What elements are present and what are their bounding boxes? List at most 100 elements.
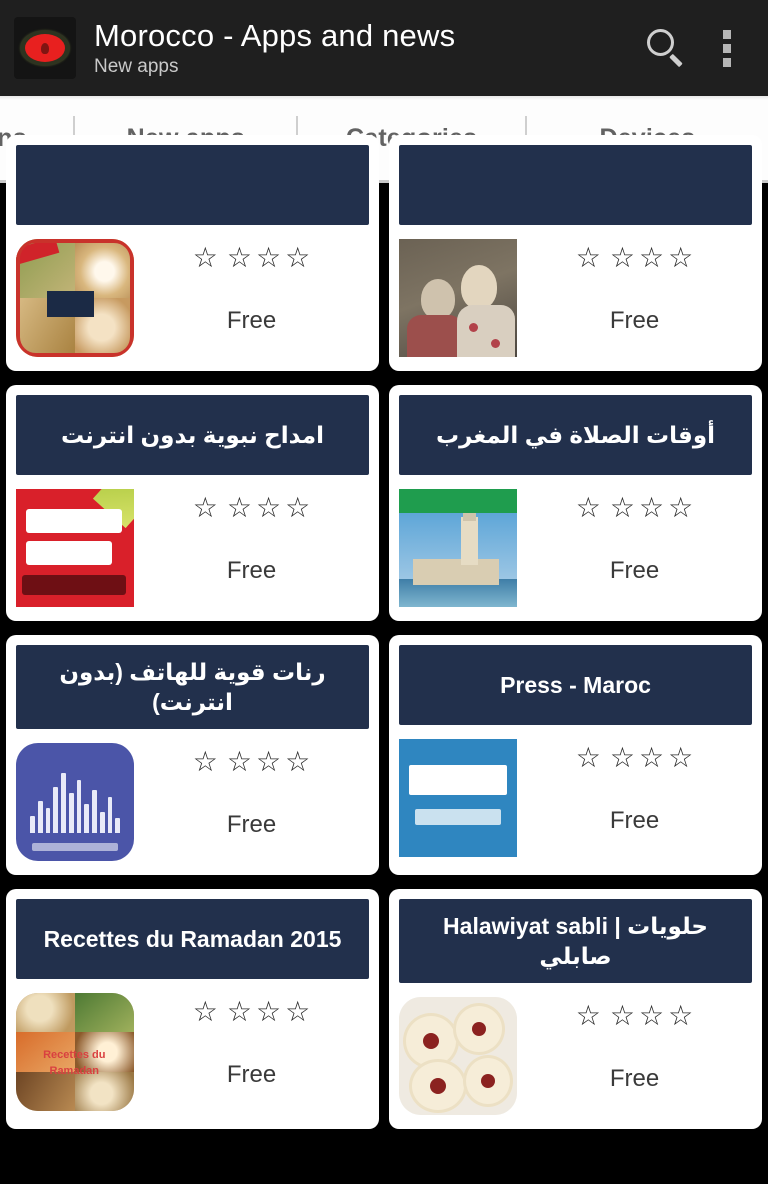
page-subtitle: New apps [94, 56, 179, 77]
app-card-header: امداح نبوية بدون انترنت [16, 395, 369, 475]
app-card-body: Recettes du Ramadan ☆ ☆ ☆ ☆ Free [16, 979, 369, 1111]
overflow-menu-icon [723, 29, 731, 67]
star-icon: ☆ [639, 1000, 665, 1031]
rating-stars[interactable]: ☆ ☆ ☆ ☆ [193, 997, 310, 1027]
app-card-header: Recettes du Ramadan 2015 [16, 899, 369, 979]
app-meta: ☆ ☆ ☆ ☆ Free [517, 997, 752, 1093]
star-icon: ☆ [226, 746, 252, 777]
app-card[interactable]: Recettes du Ramadan 2015 Recettes du Ram… [6, 889, 379, 1129]
app-card[interactable]: أوقات الصلاة في المغرب ☆ ☆ ☆ ☆ Free [389, 385, 762, 621]
app-price: Free [609, 557, 660, 584]
action-bar: Morocco - Apps and news New apps [0, 0, 768, 96]
overflow-menu-button[interactable] [702, 0, 752, 96]
morocco-flag-logo-icon [14, 17, 76, 79]
app-card-body: ☆ ☆ ☆ ☆ Free [399, 983, 752, 1115]
star-icon: ☆ [639, 242, 665, 273]
star-icon: ☆ [285, 996, 311, 1027]
app-card-body: ☆ ☆ ☆ ☆ Free [399, 725, 752, 857]
thumb-caption: Recettes du Ramadan [43, 1049, 106, 1078]
grid-row: رنات قوية للهاتف (بدون انترنت) ☆ ☆ ☆ ☆ F… [6, 635, 762, 875]
app-card-header: رنات قوية للهاتف (بدون انترنت) [16, 645, 369, 729]
app-screen: Morocco - Apps and news New apps ations … [0, 0, 768, 1184]
app-price: Free [226, 557, 277, 584]
app-title: امداح نبوية بدون انترنت [60, 422, 325, 448]
star-icon: ☆ [668, 242, 694, 273]
app-card[interactable]: Press - Maroc ☆ ☆ ☆ ☆ Free [389, 635, 762, 875]
app-card-header: Halawiyat sabli | حلويات صابلي [399, 899, 752, 983]
app-price: Free [226, 811, 277, 838]
app-meta: ☆ ☆ ☆ ☆ Free [517, 239, 752, 335]
app-price: Free [226, 307, 277, 334]
app-card-body: ☆ ☆ ☆ ☆ Free [399, 475, 752, 607]
app-card-header: Press - Maroc [399, 645, 752, 725]
star-icon: ☆ [192, 996, 218, 1027]
app-price: Free [609, 307, 660, 334]
star-icon: ☆ [668, 492, 694, 523]
amdah-nabawiya-red-icon [16, 489, 134, 607]
grid-row: Recettes du Ramadan 2015 Recettes du Ram… [6, 889, 762, 1129]
star-icon: ☆ [256, 746, 282, 777]
star-icon: ☆ [609, 1000, 635, 1031]
star-icon: ☆ [226, 996, 252, 1027]
star-icon: ☆ [192, 242, 218, 273]
rating-stars[interactable]: ☆ ☆ ☆ ☆ [193, 243, 310, 273]
app-meta: ☆ ☆ ☆ ☆ Free [517, 739, 752, 835]
maroc-press-icon [399, 739, 517, 857]
star-icon: ☆ [192, 492, 218, 523]
search-button[interactable] [630, 0, 702, 96]
recettes-ramadan-collage-icon: Recettes du Ramadan [16, 993, 134, 1111]
star-icon: ☆ [575, 492, 601, 523]
sabli-cookies-icon [399, 997, 517, 1115]
hassan-mosque-prayer-times-icon [399, 489, 517, 607]
star-icon: ☆ [639, 492, 665, 523]
star-icon: ☆ [285, 746, 311, 777]
star-icon: ☆ [575, 742, 601, 773]
star-icon: ☆ [256, 242, 282, 273]
rating-stars[interactable]: ☆ ☆ ☆ ☆ [576, 243, 693, 273]
app-title: Press - Maroc [500, 672, 651, 698]
rating-stars[interactable]: ☆ ☆ ☆ ☆ [193, 493, 310, 523]
two-people-photo-icon [399, 239, 517, 357]
star-icon: ☆ [668, 1000, 694, 1031]
page-title: Morocco - Apps and news [94, 18, 456, 53]
app-meta: ☆ ☆ ☆ ☆ Free [134, 993, 369, 1089]
star-icon: ☆ [226, 242, 252, 273]
star-icon: ☆ [285, 242, 311, 273]
star-icon: ☆ [609, 242, 635, 273]
rating-stars[interactable]: ☆ ☆ ☆ ☆ [193, 747, 310, 777]
app-title: رنات قوية للهاتف (بدون انترنت) [59, 659, 326, 715]
app-card[interactable]: رنات قوية للهاتف (بدون انترنت) ☆ ☆ ☆ ☆ F… [6, 635, 379, 875]
rating-stars[interactable]: ☆ ☆ ☆ ☆ [576, 493, 693, 523]
app-card[interactable]: Halawiyat sabli | حلويات صابلي ☆ ☆ ☆ ☆ F… [389, 889, 762, 1129]
star-icon: ☆ [575, 242, 601, 273]
app-title: أوقات الصلاة في المغرب [435, 422, 716, 448]
star-icon: ☆ [609, 742, 635, 773]
app-meta: ☆ ☆ ☆ ☆ Free [134, 489, 369, 585]
star-icon: ☆ [639, 742, 665, 773]
app-card-body: ☆ ☆ ☆ ☆ Free [16, 729, 369, 861]
app-meta: ☆ ☆ ☆ ☆ Free [134, 743, 369, 839]
app-price: Free [609, 1065, 660, 1092]
rating-stars[interactable]: ☆ ☆ ☆ ☆ [576, 1001, 693, 1031]
app-card-header [399, 145, 752, 225]
star-icon: ☆ [226, 492, 252, 523]
app-card[interactable]: ☆ ☆ ☆ ☆ Free [6, 135, 379, 371]
app-grid[interactable]: ☆ ☆ ☆ ☆ Free ☆ ☆ ☆ ☆ Free امداح نبوية بد… [0, 135, 768, 1184]
app-meta: ☆ ☆ ☆ ☆ Free [134, 239, 369, 335]
ramadan-sweets-collage-icon [16, 239, 134, 357]
logo-star [41, 43, 49, 54]
grid-row: امداح نبوية بدون انترنت ☆ ☆ ☆ ☆ Free أوق… [6, 385, 762, 621]
app-price: Free [609, 807, 660, 834]
app-card-body: ☆ ☆ ☆ ☆ Free [16, 225, 369, 357]
ringtone-waveform-icon [16, 743, 134, 861]
star-icon: ☆ [285, 492, 311, 523]
app-card[interactable]: ☆ ☆ ☆ ☆ Free [389, 135, 762, 371]
title-block: Morocco - Apps and news New apps [94, 17, 630, 79]
app-card[interactable]: امداح نبوية بدون انترنت ☆ ☆ ☆ ☆ Free [6, 385, 379, 621]
rating-stars[interactable]: ☆ ☆ ☆ ☆ [576, 743, 693, 773]
star-icon: ☆ [256, 996, 282, 1027]
app-card-body: ☆ ☆ ☆ ☆ Free [399, 225, 752, 357]
star-icon: ☆ [668, 742, 694, 773]
app-title: Recettes du Ramadan 2015 [43, 926, 342, 952]
app-card-header: أوقات الصلاة في المغرب [399, 395, 752, 475]
